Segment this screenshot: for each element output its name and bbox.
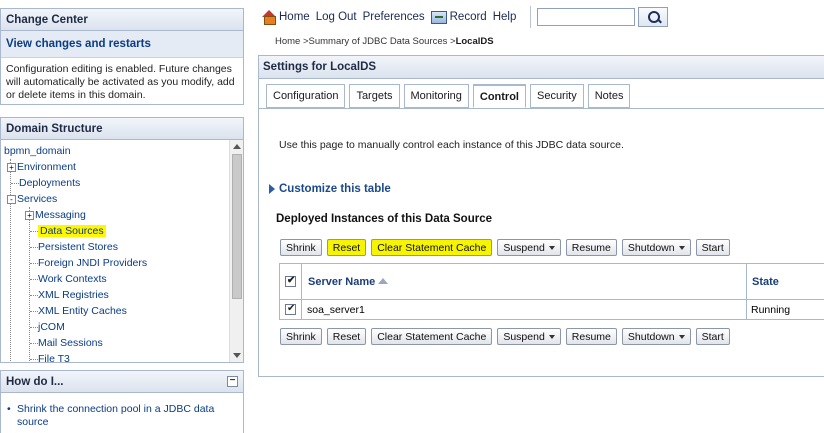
shrink-button[interactable]: Shrink (280, 328, 322, 345)
tree-item-xml-registries[interactable]: XML Registries (38, 289, 109, 301)
settings-title: Settings for LocalDS (259, 56, 824, 79)
row-checkbox[interactable] (285, 303, 296, 316)
column-header-server-name[interactable]: Server Name (301, 263, 747, 300)
chevron-down-icon (548, 335, 555, 339)
search-input[interactable] (537, 8, 636, 26)
home-link[interactable]: Home (262, 10, 310, 25)
preferences-link[interactable]: Preferences (363, 11, 425, 23)
minimize-icon[interactable]: − (227, 376, 238, 387)
tree-item-persistent-stores[interactable]: Persistent Stores (38, 241, 118, 253)
change-center-description: Configuration editing is enabled. Future… (6, 63, 235, 101)
suspend-button[interactable]: Suspend (497, 239, 561, 256)
row-checkbox-cell (279, 299, 302, 320)
scroll-up-arrow-icon[interactable] (233, 144, 241, 149)
tab-monitoring[interactable]: Monitoring (403, 84, 469, 108)
chevron-down-icon (548, 246, 555, 250)
breadcrumb: Home >Summary of JDBC Data Sources >Loca… (275, 36, 494, 47)
tree-item-services[interactable]: Services (17, 193, 57, 205)
tree-item-mail-sessions[interactable]: Mail Sessions (38, 337, 103, 349)
view-changes-link[interactable]: View changes and restarts (1, 31, 243, 58)
breadcrumb-path[interactable]: Home >Summary of JDBC Data Sources > (275, 36, 456, 47)
shutdown-button[interactable]: Shutdown (621, 239, 691, 256)
state-cell: Running (746, 299, 824, 320)
page-description: Use this page to manually control each i… (279, 139, 624, 151)
tree-root-bpmn-domain[interactable]: bpmn_domain (4, 145, 71, 157)
how-do-i-link-shrink[interactable]: Shrink the connection pool in a JDBC dat… (17, 403, 214, 428)
how-do-i-panel: How do I... − Shrink the connection pool… (0, 370, 244, 433)
collapse-icon[interactable]: - (7, 194, 16, 204)
clear-statement-cache-button[interactable]: Clear Statement Cache (371, 239, 493, 256)
section-title: Deployed Instances of this Data Source (276, 213, 493, 225)
instances-table: Server Name State soa_server1 Running (279, 263, 824, 320)
action-buttons-top: Shrink Reset Clear Statement Cache Suspe… (280, 239, 735, 256)
resume-button[interactable]: Resume (565, 239, 617, 256)
toolbar-divider (530, 6, 532, 28)
tree-item-data-sources[interactable]: Data Sources (38, 225, 106, 237)
scroll-down-arrow-icon[interactable] (233, 353, 241, 358)
customize-table-link[interactable]: Customize this table (269, 183, 391, 195)
shutdown-button[interactable]: Shutdown (621, 328, 691, 345)
chevron-down-icon (678, 246, 685, 250)
start-button[interactable]: Start (695, 239, 730, 256)
tree-item-work-contexts[interactable]: Work Contexts (38, 273, 107, 285)
suspend-button[interactable]: Suspend (497, 328, 561, 345)
reset-button[interactable]: Reset (326, 239, 367, 256)
sort-icon[interactable] (378, 277, 392, 286)
tab-targets[interactable]: Targets (349, 84, 400, 108)
change-center-panel: Change Center View changes and restarts … (0, 8, 244, 105)
select-all-checkbox[interactable] (285, 275, 296, 288)
home-icon (262, 10, 276, 25)
expand-triangle-icon (269, 184, 275, 194)
shrink-button[interactable]: Shrink (280, 239, 322, 256)
tab-configuration[interactable]: Configuration (266, 84, 346, 108)
expand-icon[interactable]: + (25, 210, 34, 220)
column-header-state[interactable]: State (746, 263, 824, 300)
help-link[interactable]: Help (493, 11, 517, 23)
clear-statement-cache-button[interactable]: Clear Statement Cache (371, 328, 493, 345)
tree-item-messaging[interactable]: Messaging (35, 209, 86, 221)
record-icon (430, 10, 447, 24)
record-link[interactable]: Record (430, 10, 487, 24)
chevron-down-icon (678, 335, 685, 339)
tab-notes[interactable]: Notes (587, 84, 631, 108)
tree-item-xml-entity-caches[interactable]: XML Entity Caches (38, 305, 127, 317)
tab-control[interactable]: Control (472, 84, 526, 108)
tree-scrollbar[interactable] (229, 140, 243, 362)
tab-security[interactable]: Security (529, 84, 584, 108)
reset-button[interactable]: Reset (326, 328, 367, 345)
search-button[interactable] (638, 7, 669, 27)
logout-link[interactable]: Log Out (316, 11, 357, 23)
tree-item-foreign-jndi-providers[interactable]: Foreign JNDI Providers (38, 257, 147, 269)
resume-button[interactable]: Resume (565, 328, 617, 345)
start-button[interactable]: Start (695, 328, 730, 345)
tree-item-environment[interactable]: Environment (17, 161, 76, 173)
tree-item-file-t3[interactable]: File T3 (38, 353, 70, 362)
how-do-i-title: How do I... − (1, 371, 243, 393)
tree-item-deployments[interactable]: Deployments (19, 177, 80, 189)
domain-structure-panel: Domain Structure bpmn_domain + Environmen… (0, 117, 244, 363)
scroll-thumb[interactable] (232, 154, 242, 299)
settings-panel: Settings for LocalDS Configuration Targe… (258, 55, 824, 377)
tree-item-jcom[interactable]: jCOM (38, 321, 65, 333)
tab-bar: Configuration Targets Monitoring Control… (266, 84, 634, 108)
table-row: soa_server1 Running (279, 299, 824, 320)
server-name-cell: soa_server1 (301, 299, 747, 320)
domain-structure-title: Domain Structure (1, 118, 243, 140)
select-all-cell (279, 263, 302, 300)
breadcrumb-current: LocalDS (455, 36, 494, 47)
action-buttons-bottom: Shrink Reset Clear Statement Cache Suspe… (280, 328, 735, 345)
top-toolbar: Home Log Out Preferences Record Help (262, 4, 669, 30)
change-center-title: Change Center (1, 9, 243, 31)
expand-icon[interactable]: + (7, 162, 16, 172)
domain-tree: bpmn_domain + Environment Deployments - Se… (1, 140, 243, 362)
